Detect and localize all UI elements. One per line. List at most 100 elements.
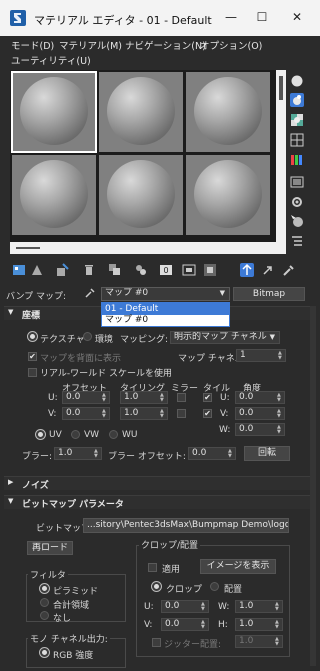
eyedropper-icon[interactable] [84, 287, 96, 299]
filter-none-radio[interactable] [40, 611, 49, 620]
v-offset-spinner[interactable]: 0.0 ▲ ▼ [62, 407, 110, 420]
menu-utilities[interactable]: ユーティリティ(U) [11, 53, 91, 67]
real-world-scale-label: リアル-ワールド スケールを使用 [40, 369, 173, 379]
material-sphere [107, 160, 175, 228]
pick-material-from-object-icon[interactable] [282, 263, 296, 277]
backlight-icon[interactable] [290, 93, 304, 107]
maximize-button[interactable]: ☐ [253, 10, 271, 24]
rgb-intensity-radio[interactable] [40, 648, 49, 657]
mapping-dropdown[interactable]: 明示的マップ チャネル ▼ [170, 331, 280, 344]
panel-scrollbar[interactable] [310, 306, 316, 666]
assign-material-icon[interactable] [55, 263, 69, 277]
environ-radio[interactable] [83, 332, 92, 341]
spinner-arrows-icon: ▲ ▼ [160, 408, 164, 419]
material-sphere [194, 160, 262, 228]
slots-horizontal-scrollbar[interactable] [10, 242, 276, 254]
go-to-parent-icon[interactable] [240, 263, 254, 277]
map-type-button[interactable]: Bitmap [233, 287, 305, 301]
crop-h-spinner[interactable]: 1.0 ▲ ▼ [235, 618, 283, 631]
sample-type-sphere-icon[interactable] [290, 74, 304, 88]
minimize-button[interactable]: — [222, 10, 240, 24]
show-map-on-back-checkbox[interactable]: ✔ [28, 352, 37, 361]
u-mirror-checkbox[interactable] [177, 393, 186, 402]
menu-material[interactable]: マテリアル(M) [59, 38, 122, 52]
menu-mode[interactable]: モード(D) [11, 38, 54, 52]
rotate-button[interactable]: 回転 [244, 446, 290, 461]
sample-slot-4[interactable] [12, 155, 96, 235]
sample-slots [10, 70, 276, 242]
blur-spinner[interactable]: 1.0 ▲ ▼ [54, 447, 102, 460]
blur-offset-spinner[interactable]: 0.0 ▲ ▼ [188, 447, 236, 460]
pyramidal-radio[interactable] [40, 584, 49, 593]
real-world-scale-checkbox[interactable] [28, 368, 37, 377]
mapping-value: 明示的マップ チャネル [174, 332, 267, 342]
v-tiling-spinner[interactable]: 1.0 ▲ ▼ [120, 407, 168, 420]
show-map-in-viewport-icon[interactable] [182, 263, 196, 277]
jitter-placement-checkbox[interactable] [152, 638, 161, 647]
bitmap-parameters-rollout-header[interactable]: ▼ ビットマップ パラメータ [4, 495, 316, 510]
uv-radio[interactable] [36, 430, 45, 439]
menu-options[interactable]: オプション(O) [200, 38, 262, 52]
view-image-button[interactable]: イメージを表示 [200, 559, 276, 574]
map-channel-spinner[interactable]: 1 ▲ ▼ [236, 349, 286, 362]
sample-slot-2[interactable] [99, 72, 183, 152]
put-material-to-scene-icon[interactable] [30, 263, 44, 277]
summed-area-radio[interactable] [40, 598, 49, 607]
sample-uv-tiling-icon[interactable] [290, 133, 304, 147]
video-color-check-icon[interactable] [290, 153, 304, 167]
background-icon[interactable] [290, 113, 304, 127]
vw-radio[interactable] [71, 430, 80, 439]
wu-label: WU [122, 430, 138, 440]
slots-vertical-scroll-thumb[interactable] [279, 76, 283, 100]
v-tile-checkbox[interactable]: ✔ [203, 409, 212, 418]
close-button[interactable]: ✕ [288, 10, 306, 24]
slots-horizontal-scroll-thumb[interactable] [16, 247, 40, 249]
u-offset-value: 0.0 [66, 392, 81, 402]
material-id-channel-icon[interactable]: 0 [159, 263, 173, 277]
u-angle-spinner[interactable]: 0.0 ▲ ▼ [235, 391, 285, 404]
jitter-placement-spinner[interactable]: 1.0 ▲ ▼ [235, 635, 283, 648]
crop-w-value: 1.0 [239, 601, 254, 611]
spinner-arrows-icon: ▲ ▼ [278, 350, 282, 361]
material-map-navigator-icon[interactable] [290, 234, 304, 248]
crop-w-spinner[interactable]: 1.0 ▲ ▼ [235, 600, 283, 613]
bump-map-name-dropdown[interactable]: マップ #0 ▼ [101, 287, 230, 301]
v-angle-spinner[interactable]: 0.0 ▲ ▼ [235, 407, 285, 420]
wu-radio[interactable] [109, 430, 118, 439]
options-gear-icon[interactable] [290, 195, 304, 209]
make-preview-icon[interactable] [290, 175, 304, 189]
crop-radio[interactable] [152, 582, 161, 591]
menu-navigation[interactable]: ナビゲーション(N) [125, 38, 206, 52]
place-radio[interactable] [210, 582, 219, 591]
sample-slot-6[interactable] [186, 155, 270, 235]
filter-none-label: なし [53, 614, 72, 624]
reset-map-trash-icon[interactable] [82, 263, 96, 277]
dropdown-option-map-0[interactable]: マップ #0 [102, 315, 229, 326]
w-angle-spinner[interactable]: 0.0 ▲ ▼ [235, 423, 285, 436]
get-material-icon[interactable] [12, 263, 26, 277]
u-offset-spinner[interactable]: 0.0 ▲ ▼ [62, 391, 110, 404]
u-tiling-spinner[interactable]: 1.0 ▲ ▼ [120, 391, 168, 404]
show-end-result-icon[interactable] [203, 263, 217, 277]
spinner-arrows-icon: ▲ ▼ [228, 448, 232, 459]
u-angle-value: 0.0 [239, 392, 254, 402]
sample-slot-5[interactable] [99, 155, 183, 235]
reload-button[interactable]: 再ロード [27, 541, 73, 555]
v-mirror-checkbox[interactable] [177, 409, 186, 418]
u-tile-checkbox[interactable]: ✔ [203, 393, 212, 402]
sample-slot-1[interactable] [11, 71, 97, 153]
material-sphere [107, 77, 175, 145]
texture-radio[interactable] [28, 332, 37, 341]
select-by-material-icon[interactable] [290, 214, 304, 228]
crop-v-spinner[interactable]: 0.0 ▲ ▼ [161, 618, 209, 631]
sample-slot-3[interactable] [186, 72, 270, 152]
texture-label: テクスチャ [40, 335, 85, 345]
noise-rollout-header[interactable]: ▶ ノイズ [4, 476, 316, 491]
bitmap-path-button[interactable]: ...sitory\Pentec3dsMax\Bumpmap Demo\logo… [83, 518, 289, 533]
crop-u-spinner[interactable]: 0.0 ▲ ▼ [161, 600, 209, 613]
make-unique-icon[interactable] [108, 263, 122, 277]
apply-checkbox[interactable] [148, 563, 157, 572]
go-forward-to-sibling-icon[interactable] [261, 263, 275, 277]
put-to-library-icon[interactable] [134, 263, 148, 277]
dropdown-option-01-default[interactable]: 01 - Default [102, 303, 229, 315]
